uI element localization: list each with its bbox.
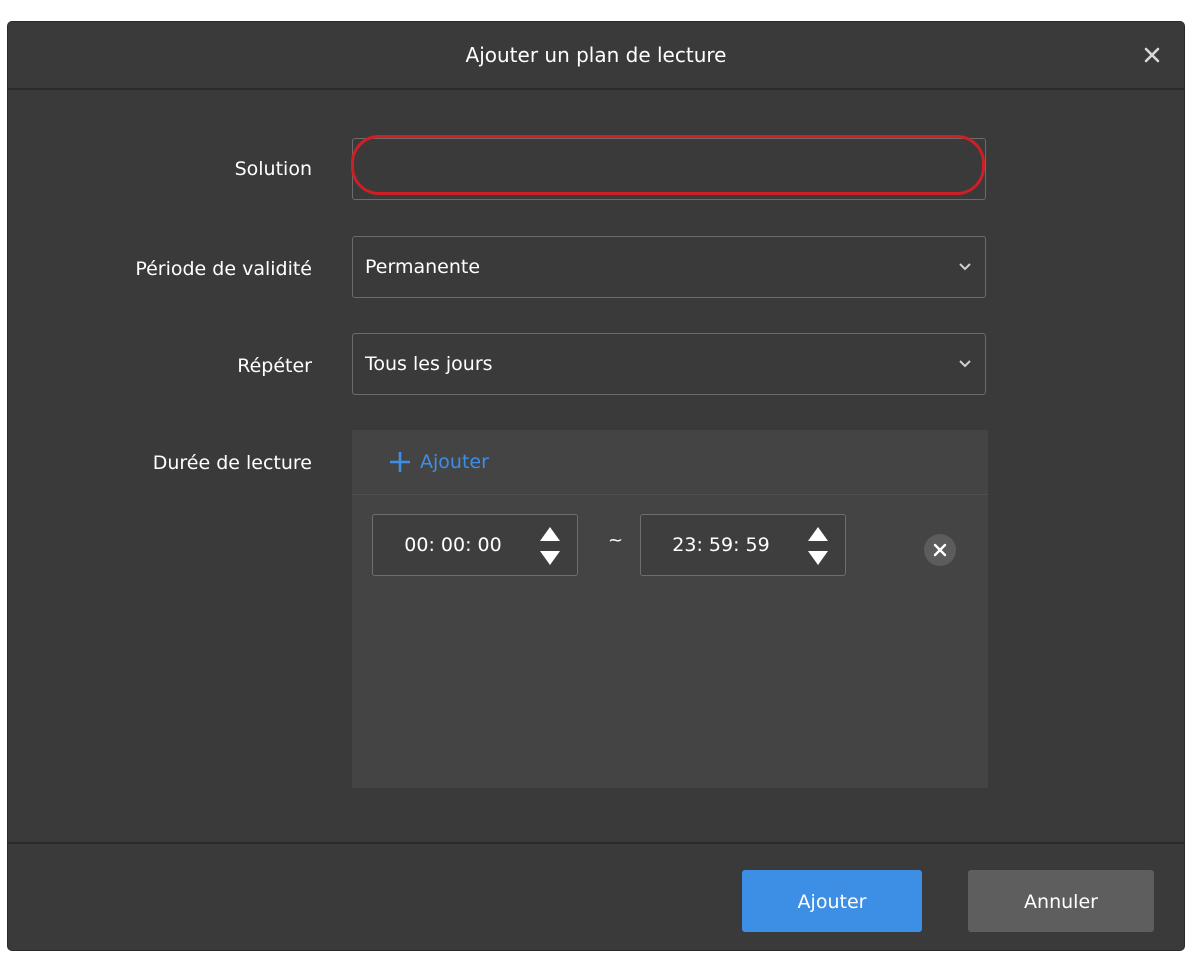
highlight-annotation xyxy=(351,135,985,195)
close-icon xyxy=(1144,47,1160,63)
repeat-select[interactable]: Tous les jours xyxy=(352,333,986,395)
start-time-input[interactable]: 00: 00: 00 xyxy=(372,514,578,576)
dialog-title-bar: Ajouter un plan de lecture xyxy=(8,22,1184,90)
solution-field[interactable] xyxy=(351,135,986,200)
remove-range-button[interactable] xyxy=(924,534,956,566)
spin-updown-icon[interactable] xyxy=(537,523,563,569)
solution-label: Solution xyxy=(234,158,312,180)
end-time-input[interactable]: 23: 59: 59 xyxy=(640,514,846,576)
cancel-button[interactable]: Annuler xyxy=(968,870,1154,932)
close-button[interactable] xyxy=(1138,41,1166,69)
duration-panel: Ajouter 00: 00: 00 ~ 23: 59: 59 xyxy=(352,430,988,788)
confirm-add-button[interactable]: Ajouter xyxy=(742,870,922,932)
validity-select[interactable]: Permanente xyxy=(352,236,986,298)
remove-circle-icon xyxy=(933,543,947,557)
page-background xyxy=(0,0,1190,24)
chevron-down-icon xyxy=(959,360,971,368)
range-separator: ~ xyxy=(608,530,624,551)
dialog-title: Ajouter un plan de lecture xyxy=(465,43,727,67)
duration-label: Durée de lecture xyxy=(152,452,312,474)
repeat-value: Tous les jours xyxy=(365,353,493,375)
validity-value: Permanente xyxy=(365,256,481,278)
add-duration-button[interactable]: Ajouter xyxy=(388,442,489,482)
repeat-label: Répéter xyxy=(237,355,312,377)
start-time-value: 00: 00: 00 xyxy=(404,534,502,556)
validity-label: Période de validité xyxy=(135,258,312,280)
spin-updown-icon[interactable] xyxy=(805,523,831,569)
duration-panel-header: Ajouter xyxy=(352,430,988,495)
add-duration-label: Ajouter xyxy=(420,451,489,473)
plus-icon xyxy=(390,452,410,472)
dialog-footer: Ajouter Annuler xyxy=(8,842,1184,950)
add-playback-plan-dialog: Ajouter un plan de lecture Solution Péri… xyxy=(8,22,1184,950)
end-time-value: 23: 59: 59 xyxy=(672,534,770,556)
chevron-down-icon xyxy=(959,263,971,271)
